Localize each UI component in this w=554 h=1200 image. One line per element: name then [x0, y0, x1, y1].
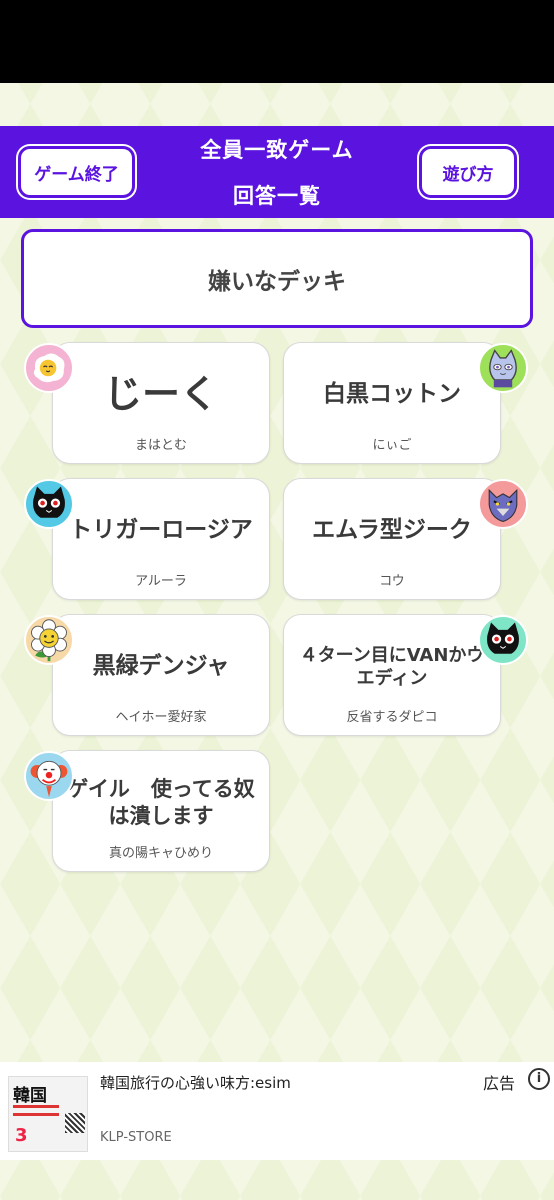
- answer-text: トリガーロージア: [69, 517, 253, 544]
- answer-text: ４ターン目にVANかウエディン: [299, 644, 485, 689]
- info-icon[interactable]: i: [528, 1068, 550, 1090]
- black-cat-icon: [24, 479, 74, 529]
- blue-cat-icon: [478, 343, 528, 393]
- answer-card: 黒緑デンジャ ヘイホー愛好家: [52, 614, 270, 736]
- answer-card: エムラ型ジーク コウ: [283, 478, 501, 600]
- answer-text: じーく: [103, 372, 218, 417]
- player-name: にぃご: [372, 438, 412, 453]
- end-game-button[interactable]: ゲーム終了: [18, 146, 135, 198]
- ad-thumb-title: 韓国: [13, 1086, 47, 1106]
- ad-title[interactable]: 韓国旅行の心強い味方:esim: [100, 1072, 291, 1093]
- answer-text: ゲイル 使ってる奴は潰します: [67, 776, 255, 828]
- answer-text: 黒緑デンジャ: [92, 653, 230, 680]
- black-cat-icon: [478, 615, 528, 665]
- ad-thumb-stripe: [13, 1105, 59, 1108]
- answer-card: ４ターン目にVANかウエディン 反省するダピコ: [283, 614, 501, 736]
- player-name: 反省するダピコ: [346, 710, 438, 725]
- how-to-play-button[interactable]: 遊び方: [419, 146, 517, 198]
- header-bar: ゲーム終了 全員一致ゲーム 回答一覧 遊び方: [0, 126, 554, 218]
- ad-thumbnail[interactable]: 韓国 3: [8, 1076, 88, 1152]
- answer-card: トリガーロージア アルーラ: [52, 478, 270, 600]
- theme-box: 嫌いなデッキ: [21, 229, 533, 328]
- qr-code-icon: [65, 1113, 85, 1133]
- flower-icon: [24, 615, 74, 665]
- player-name: 真の陽キャひめり: [108, 846, 213, 861]
- ad-thumb-stripe: [13, 1113, 59, 1116]
- fried-egg-icon: [24, 343, 74, 393]
- answer-text: 白黒コットン: [323, 381, 461, 408]
- clown-icon: [24, 751, 74, 801]
- player-name: アルーラ: [135, 574, 187, 589]
- answer-card: じーく まはとむ: [52, 342, 270, 464]
- player-name: コウ: [379, 574, 405, 589]
- status-bar: [0, 0, 554, 83]
- player-name: まはとむ: [134, 438, 187, 453]
- ad-advertiser: KLP-STORE: [100, 1130, 172, 1145]
- wolf-icon: [478, 479, 528, 529]
- answer-card: ゲイル 使ってる奴は潰します 真の陽キャひめり: [52, 750, 270, 872]
- page-title: 全員一致ゲーム: [200, 138, 354, 162]
- answer-card: 白黒コットン にぃご: [283, 342, 501, 464]
- page-subtitle: 回答一覧: [233, 184, 321, 208]
- ad-label: 広告: [483, 1074, 516, 1093]
- answer-text: エムラ型ジーク: [312, 517, 472, 544]
- ad-thumb-number: 3: [15, 1125, 28, 1146]
- ad-banner[interactable]: 韓国 3 韓国旅行の心強い味方:esim KLP-STORE 広告 i: [0, 1062, 554, 1160]
- player-name: ヘイホー愛好家: [115, 710, 207, 725]
